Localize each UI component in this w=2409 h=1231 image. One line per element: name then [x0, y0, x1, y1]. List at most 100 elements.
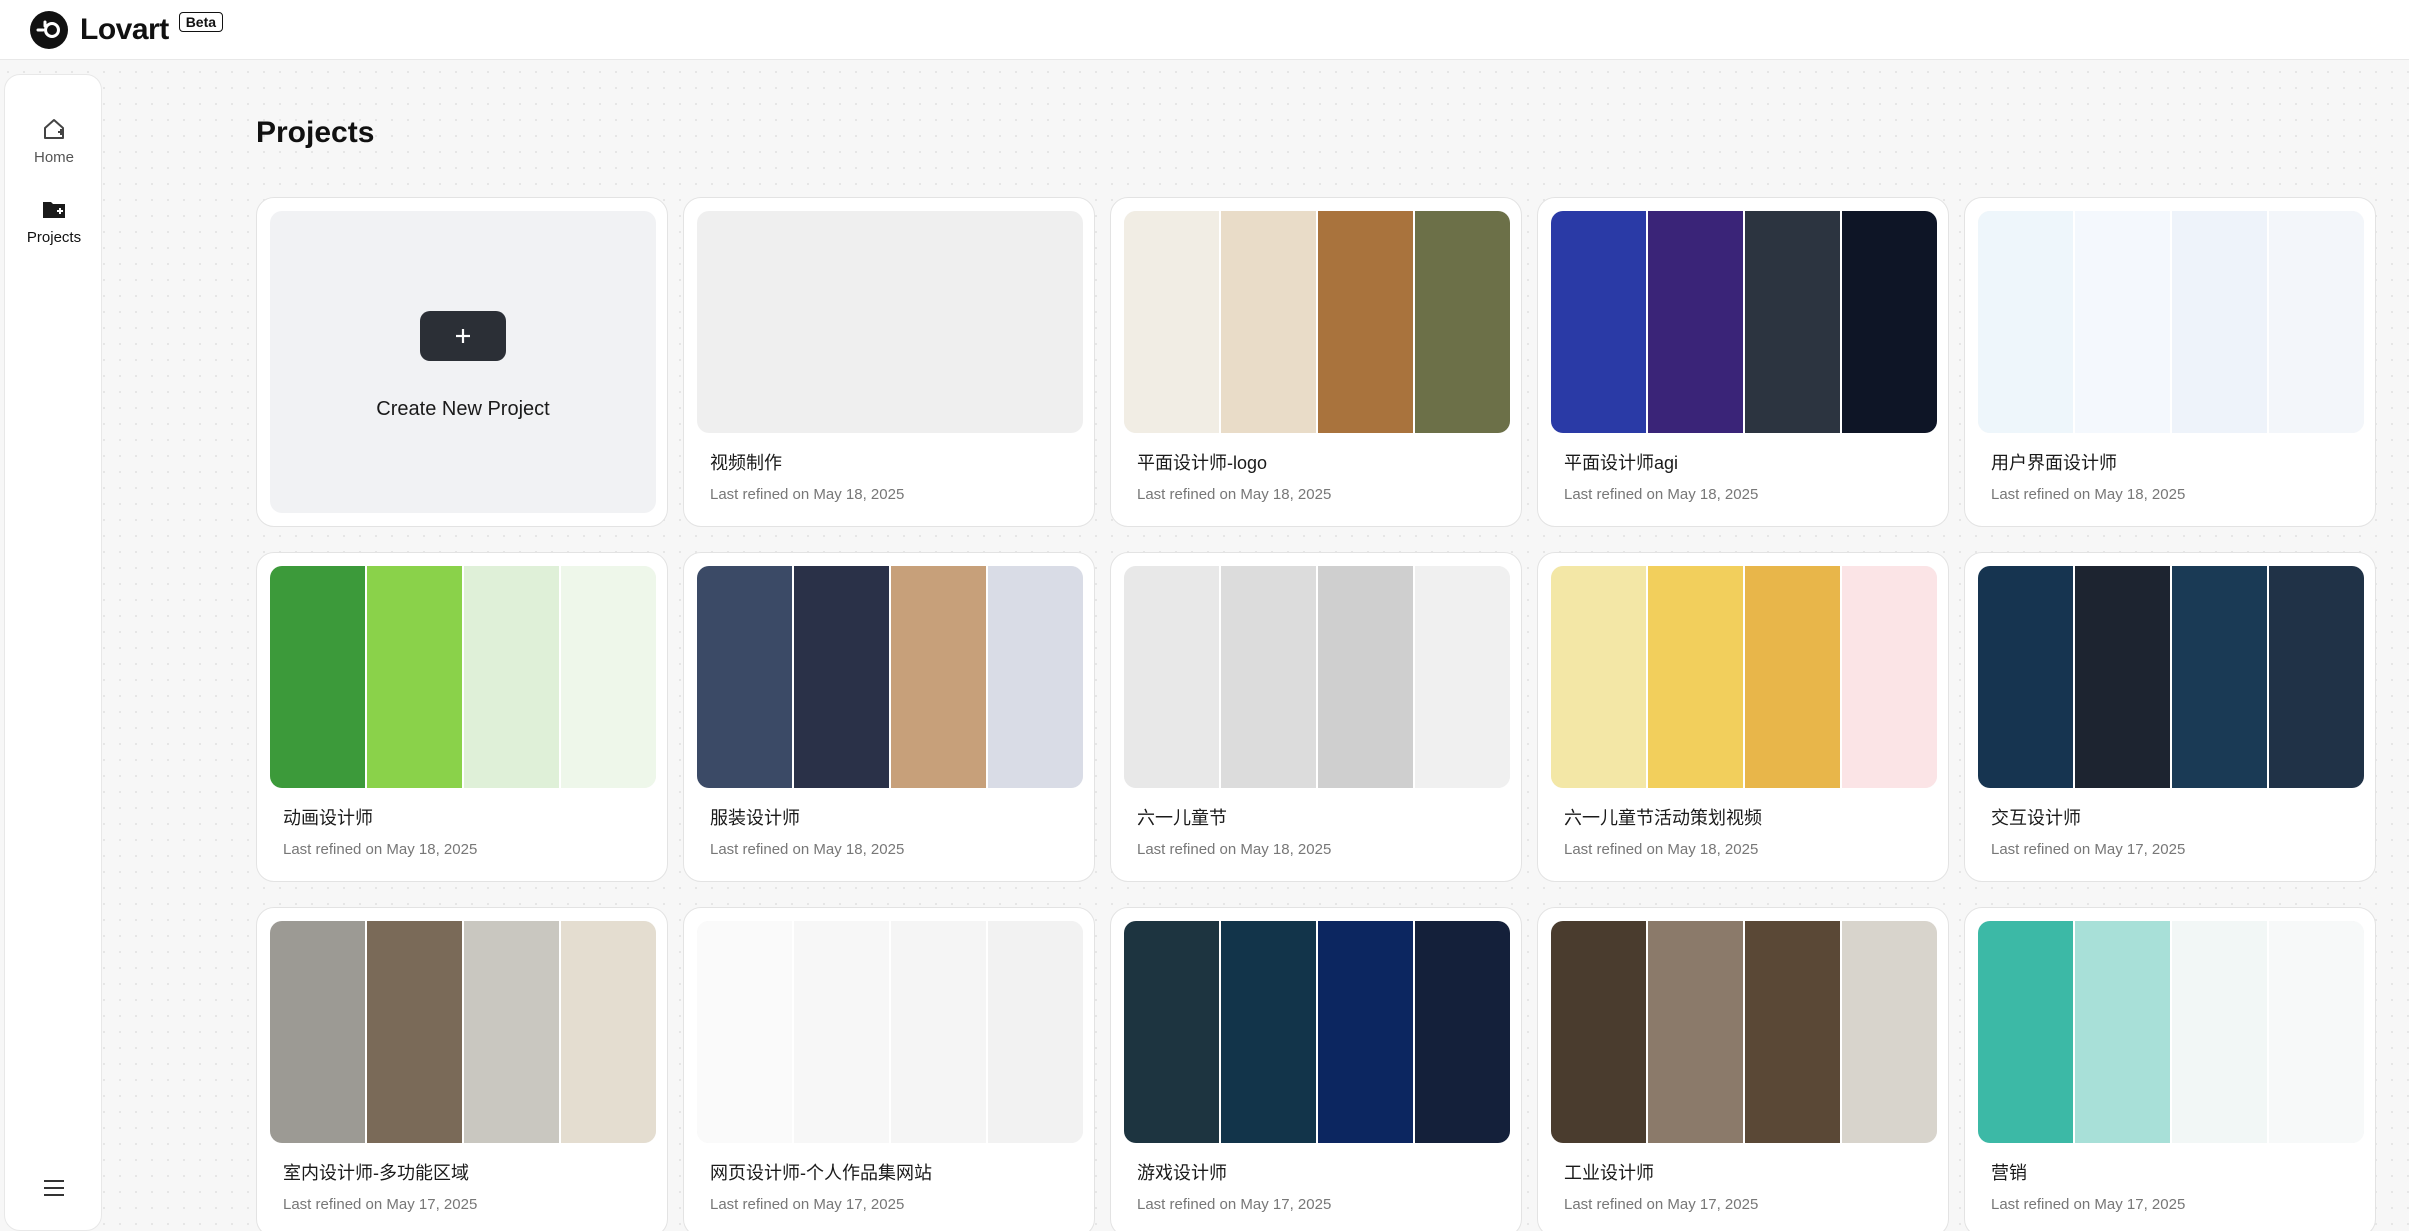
thumbnail-image [1316, 566, 1413, 788]
thumbnail-image [1316, 921, 1413, 1143]
project-date: Last refined on May 17, 2025 [1991, 841, 2186, 858]
project-date: Last refined on May 18, 2025 [283, 841, 478, 858]
project-date: Last refined on May 18, 2025 [1137, 841, 1332, 858]
thumbnail-image [1124, 921, 1219, 1143]
thumbnail-image [792, 921, 889, 1143]
sidebar-item-label: Home [33, 149, 74, 166]
thumbnail-image [697, 921, 792, 1143]
plus-icon [456, 329, 470, 343]
thumbnail-image [1219, 921, 1316, 1143]
project-card[interactable]: 营销 Last refined on May 17, 2025 [1964, 907, 2376, 1231]
home-plus-icon [44, 119, 64, 139]
thumbnail-image [2267, 211, 2364, 433]
thumbnail-image [1743, 921, 1840, 1143]
thumbnail-image [1413, 211, 1510, 433]
project-card[interactable]: 六一儿童节 Last refined on May 18, 2025 [1110, 552, 1522, 882]
project-thumbnail [1124, 566, 1510, 788]
create-project-button[interactable] [420, 311, 506, 361]
sidebar-item-home[interactable]: Home [5, 115, 103, 167]
thumbnail-image [270, 566, 365, 788]
thumbnail-image [2170, 921, 2267, 1143]
project-title: 网页设计师-个人作品集网站 [710, 1163, 932, 1183]
create-new-project-card[interactable]: Create New Project [256, 197, 668, 527]
thumbnail-image [1743, 566, 1840, 788]
project-card[interactable]: 室内设计师-多功能区域 Last refined on May 17, 2025 [256, 907, 668, 1231]
project-thumbnail [1978, 211, 2364, 433]
thumbnail-image [2267, 921, 2364, 1143]
thumbnail-image [1413, 921, 1510, 1143]
thumbnail-image [697, 566, 792, 788]
project-card[interactable]: 平面设计师-logo Last refined on May 18, 2025 [1110, 197, 1522, 527]
thumbnail-image [365, 921, 462, 1143]
projects-grid: Create New Project 视频制作 Last refined on M… [256, 197, 2379, 1231]
beta-badge: Beta [178, 11, 224, 32]
app-name[interactable]: Lovart [80, 13, 169, 47]
thumbnail-image [2170, 566, 2267, 788]
thumbnail-image [365, 566, 462, 788]
project-thumbnail [1978, 566, 2364, 788]
thumbnail-image [1840, 921, 1937, 1143]
thumbnail-image [1413, 566, 1510, 788]
thumbnail-image [462, 921, 559, 1143]
project-thumbnail [697, 566, 1083, 788]
create-new-project-label: Create New Project [376, 398, 550, 420]
project-thumbnail [697, 211, 1083, 433]
project-thumbnail [1978, 921, 2364, 1143]
thumbnail-image [270, 921, 365, 1143]
thumbnail-image [1219, 566, 1316, 788]
project-title: 工业设计师 [1564, 1163, 1654, 1183]
project-card[interactable]: 视频制作 Last refined on May 18, 2025 [683, 197, 1095, 527]
thumbnail-image [986, 921, 1083, 1143]
thumbnail-image [986, 566, 1083, 788]
project-date: Last refined on May 17, 2025 [1991, 1196, 2186, 1213]
project-card[interactable]: 工业设计师 Last refined on May 17, 2025 [1537, 907, 1949, 1231]
thumbnail-image [559, 921, 656, 1143]
project-title: 室内设计师-多功能区域 [283, 1163, 469, 1183]
project-title: 视频制作 [710, 453, 782, 473]
project-thumbnail [270, 921, 656, 1143]
thumbnail-image [792, 566, 889, 788]
project-card[interactable]: 用户界面设计师 Last refined on May 18, 2025 [1964, 197, 2376, 527]
project-thumbnail [1551, 566, 1937, 788]
thumbnail-image [1316, 211, 1413, 433]
thumbnail-image [1840, 211, 1937, 433]
project-title: 交互设计师 [1991, 808, 2081, 828]
thumbnail-image [1978, 921, 2073, 1143]
project-thumbnail [697, 921, 1083, 1143]
logo-icon[interactable] [30, 10, 68, 49]
project-title: 平面设计师-logo [1137, 453, 1268, 473]
project-card[interactable]: 服装设计师 Last refined on May 18, 2025 [683, 552, 1095, 882]
thumbnail-image [1124, 566, 1219, 788]
project-title: 六一儿童节活动策划视频 [1564, 808, 1762, 828]
sidebar-item-projects[interactable]: Projects [5, 195, 103, 247]
project-thumbnail [270, 566, 656, 788]
project-thumbnail [1124, 921, 1510, 1143]
thumbnail-image [2073, 566, 2170, 788]
project-date: Last refined on May 17, 2025 [1137, 1196, 1332, 1213]
project-date: Last refined on May 18, 2025 [710, 486, 905, 503]
project-date: Last refined on May 17, 2025 [1564, 1196, 1759, 1213]
thumbnail-image [1840, 566, 1937, 788]
menu-icon[interactable] [41, 1175, 67, 1201]
project-card[interactable]: 交互设计师 Last refined on May 17, 2025 [1964, 552, 2376, 882]
thumbnail-image [1978, 566, 2073, 788]
project-card[interactable]: 六一儿童节活动策划视频 Last refined on May 18, 2025 [1537, 552, 1949, 882]
create-new-project-area[interactable]: Create New Project [270, 211, 656, 513]
project-card[interactable]: 动画设计师 Last refined on May 18, 2025 [256, 552, 668, 882]
project-thumbnail [1551, 211, 1937, 433]
project-card[interactable]: 游戏设计师 Last refined on May 17, 2025 [1110, 907, 1522, 1231]
project-title: 营销 [1991, 1163, 2027, 1183]
thumbnail-image [2073, 211, 2170, 433]
sidebar: Home Projects [4, 74, 102, 1231]
project-thumbnail [1124, 211, 1510, 433]
project-thumbnail [1551, 921, 1937, 1143]
thumbnail-image [2267, 566, 2364, 788]
thumbnail-image [1219, 211, 1316, 433]
project-card[interactable]: 平面设计师agi Last refined on May 18, 2025 [1537, 197, 1949, 527]
project-card[interactable]: 网页设计师-个人作品集网站 Last refined on May 17, 202… [683, 907, 1095, 1231]
folder-plus-icon [43, 202, 65, 218]
thumbnail-image [1646, 921, 1743, 1143]
project-title: 用户界面设计师 [1991, 453, 2117, 473]
project-date: Last refined on May 18, 2025 [1564, 486, 1759, 503]
project-date: Last refined on May 17, 2025 [283, 1196, 478, 1213]
